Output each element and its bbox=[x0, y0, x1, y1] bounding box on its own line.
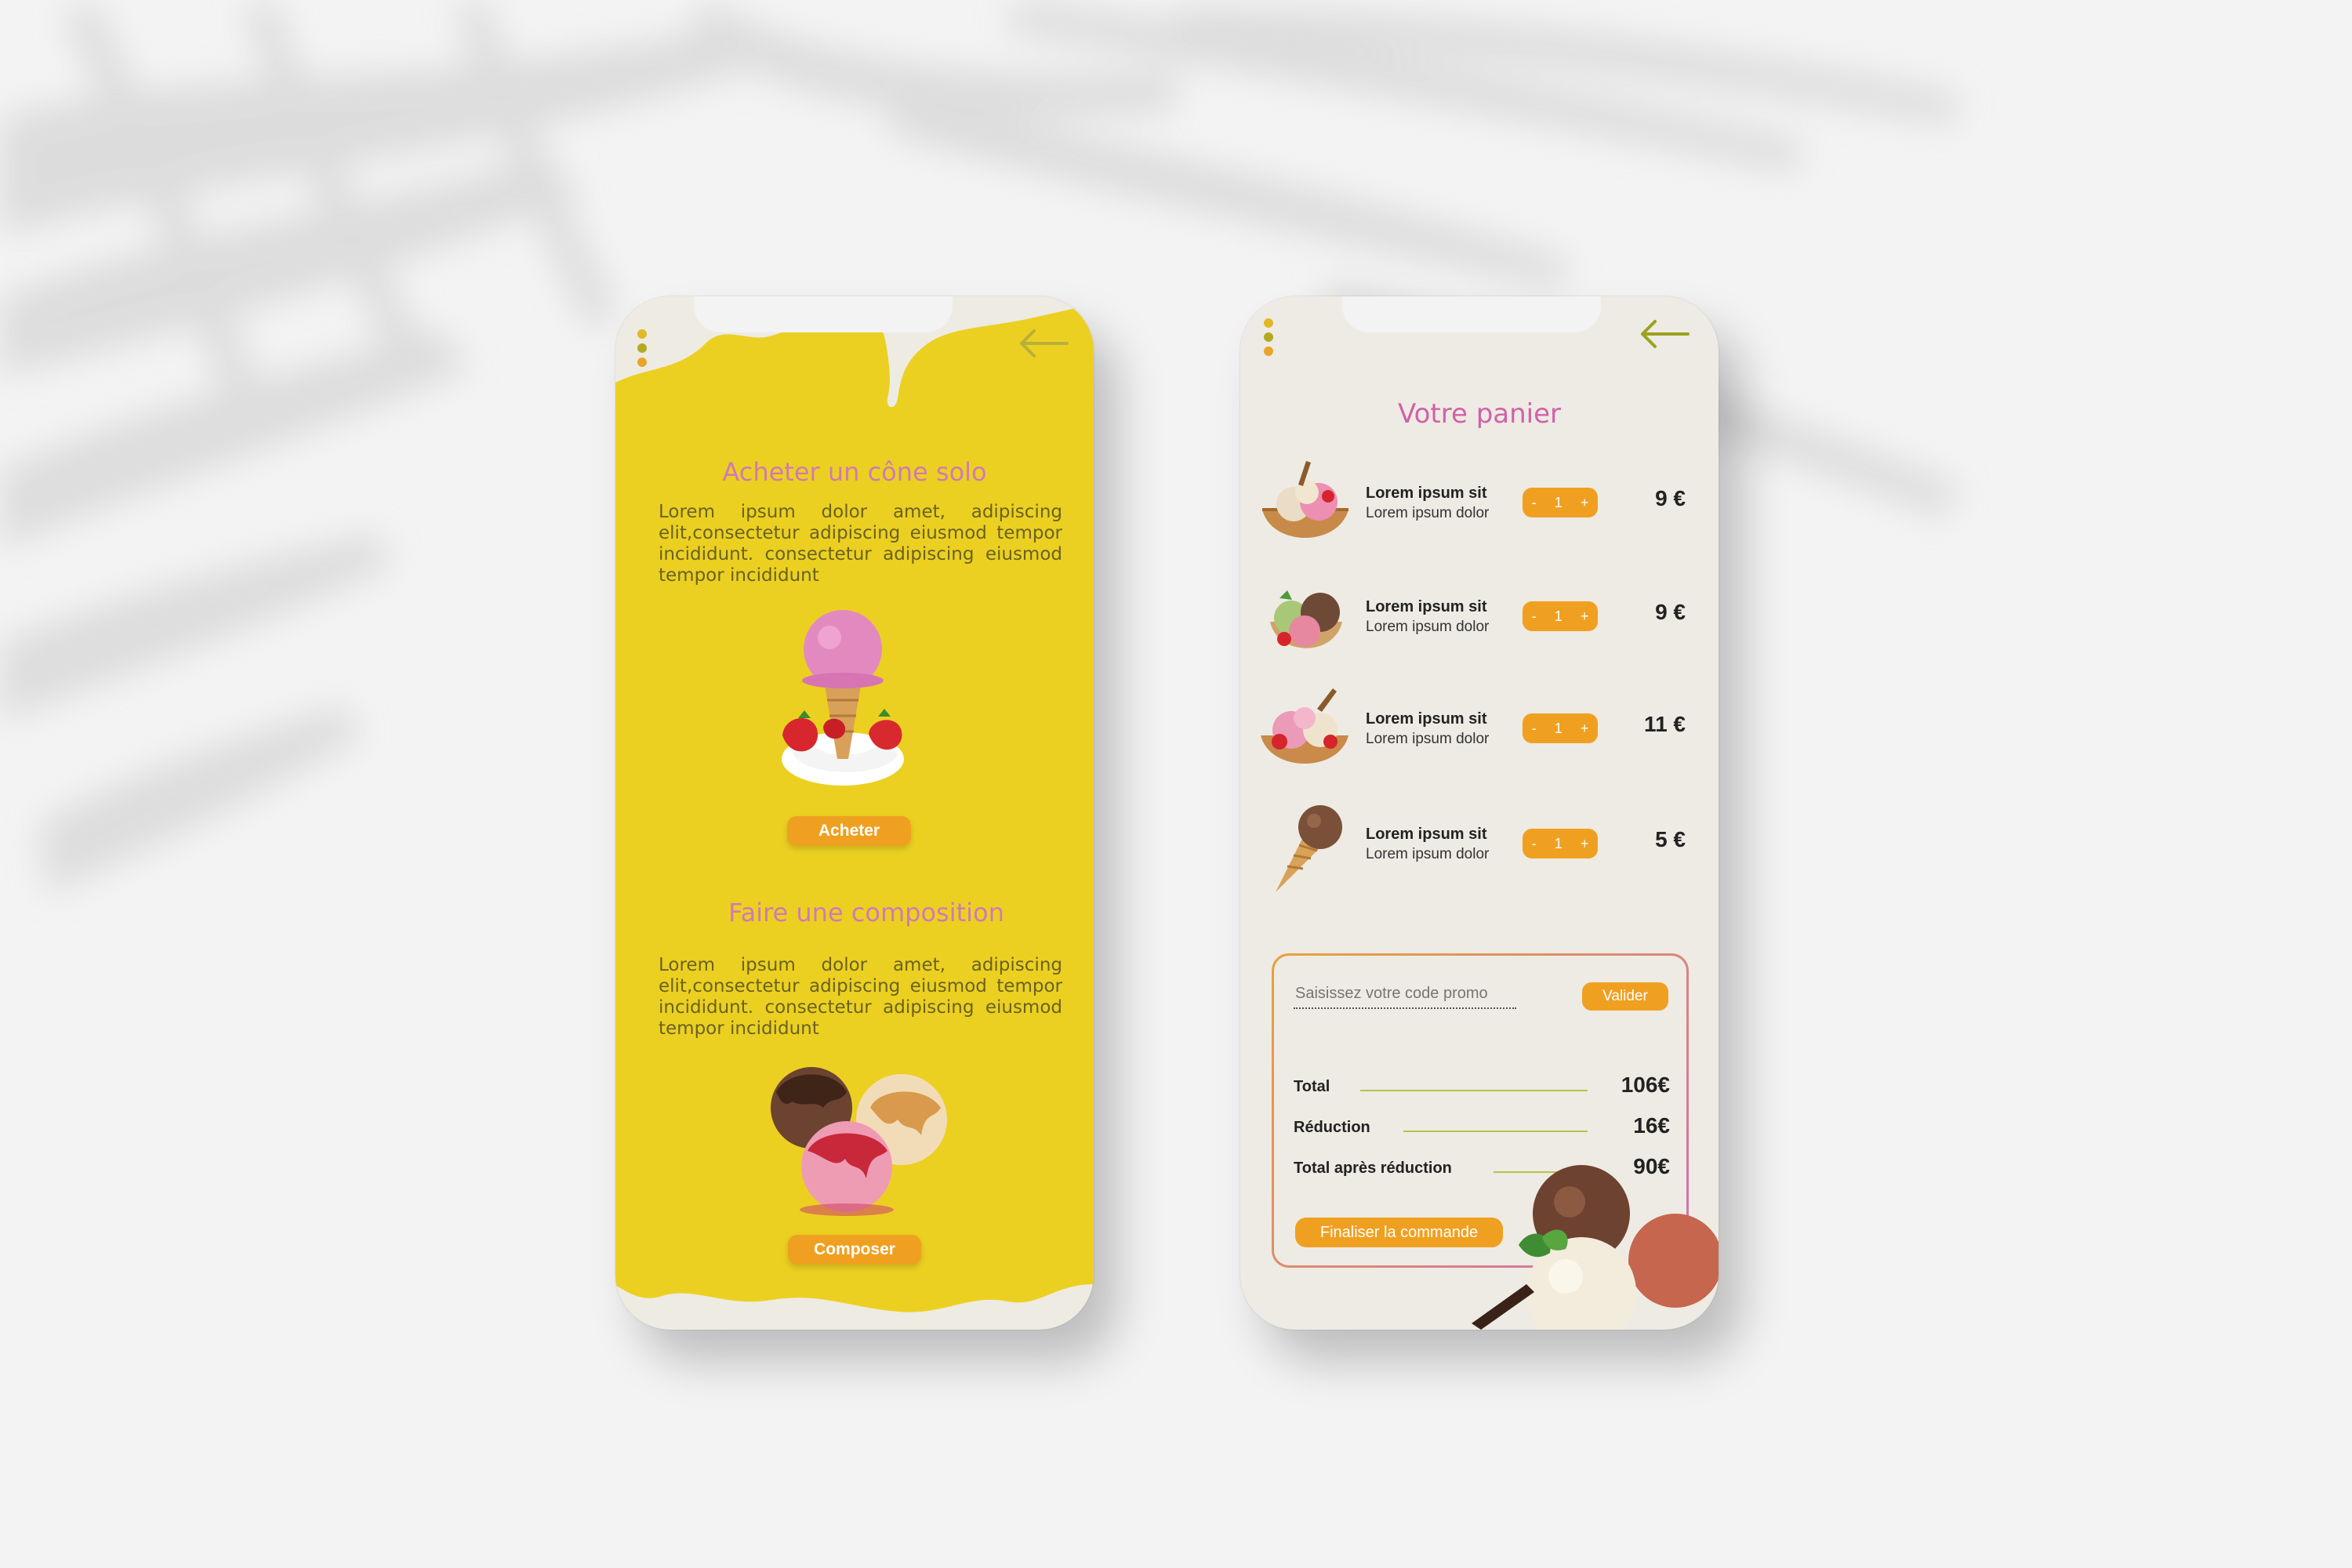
section-text-cone-solo: Lorem ipsum dolor amet, adipiscing elit,… bbox=[659, 502, 1062, 586]
increment-button[interactable]: + bbox=[1581, 495, 1589, 511]
buy-button[interactable]: Acheter bbox=[787, 816, 911, 846]
cart-item: Lorem ipsum sit Lorem ipsum dolor - 1 + … bbox=[1256, 687, 1703, 781]
quantity-value: 1 bbox=[1554, 608, 1563, 624]
quantity-value: 1 bbox=[1554, 835, 1563, 851]
decrement-button[interactable]: - bbox=[1532, 720, 1537, 737]
leaf-shadow-background bbox=[0, 0, 1960, 894]
cart-item-desc: Lorem ipsum dolor bbox=[1366, 619, 1490, 635]
cart-item-desc: Lorem ipsum dolor bbox=[1366, 731, 1490, 747]
cart-item: Lorem ipsum sit Lorem ipsum dolor - 1 + … bbox=[1256, 802, 1703, 896]
decorative-scoops-image bbox=[1472, 1165, 1719, 1330]
cart-item-name: Lorem ipsum sit bbox=[1366, 826, 1487, 843]
after-reduction-label: Total après réduction bbox=[1294, 1160, 1452, 1177]
reduction-value: 16€ bbox=[1633, 1113, 1670, 1138]
phone-notch bbox=[694, 296, 953, 332]
cart-title: Votre panier bbox=[1397, 398, 1562, 430]
reduction-label: Réduction bbox=[1294, 1119, 1370, 1136]
promo-code-input[interactable] bbox=[1294, 979, 1516, 1009]
phone-screen-menu: Acheter un cône solo Lorem ipsum dolor a… bbox=[615, 296, 1094, 1330]
phone-notch bbox=[1342, 296, 1601, 332]
cart-item-name: Lorem ipsum sit bbox=[1366, 710, 1487, 728]
phone-screen-cart: Votre panier Lorem ipsum sit Lorem ipsum… bbox=[1240, 296, 1719, 1330]
cart-item-price: 5 € bbox=[1655, 827, 1686, 851]
back-arrow-icon[interactable] bbox=[1636, 318, 1691, 350]
ice-cream-bowl-image bbox=[1270, 590, 1342, 648]
quantity-stepper[interactable]: - 1 + bbox=[1523, 488, 1598, 517]
cart-item-price: 9 € bbox=[1655, 486, 1686, 510]
compose-button[interactable]: Composer bbox=[788, 1235, 921, 1265]
menu-dots-icon[interactable] bbox=[1264, 318, 1273, 356]
total-value: 106€ bbox=[1621, 1073, 1670, 1097]
quantity-value: 1 bbox=[1554, 720, 1563, 736]
quantity-stepper[interactable]: - 1 + bbox=[1523, 713, 1598, 743]
cart-item: Lorem ipsum sit Lorem ipsum dolor - 1 + … bbox=[1256, 461, 1703, 555]
cart-item: Lorem ipsum sit Lorem ipsum dolor - 1 + … bbox=[1256, 575, 1703, 669]
total-row: Total 106€ bbox=[1294, 1069, 1670, 1101]
menu-dots-icon[interactable] bbox=[637, 329, 647, 367]
increment-button[interactable]: + bbox=[1581, 836, 1589, 852]
cart-item-price: 9 € bbox=[1655, 600, 1686, 624]
divider-line bbox=[1403, 1131, 1588, 1132]
quantity-value: 1 bbox=[1554, 494, 1563, 510]
increment-button[interactable]: + bbox=[1581, 720, 1589, 737]
total-label: Total bbox=[1294, 1078, 1330, 1095]
strawberry-cone-image bbox=[782, 610, 904, 786]
reduction-row: Réduction 16€ bbox=[1294, 1110, 1670, 1142]
section-title-cone-solo: Acheter un cône solo bbox=[722, 457, 987, 487]
decrement-button[interactable]: - bbox=[1532, 495, 1537, 511]
divider-line bbox=[1360, 1090, 1588, 1091]
cart-item-desc: Lorem ipsum dolor bbox=[1366, 505, 1490, 521]
section-title-composition: Faire une composition bbox=[728, 898, 1004, 927]
increment-button[interactable]: + bbox=[1581, 608, 1589, 625]
quantity-stepper[interactable]: - 1 + bbox=[1523, 829, 1598, 858]
ice-cream-bowl-image bbox=[1262, 461, 1348, 538]
cart-item-name: Lorem ipsum sit bbox=[1366, 485, 1487, 502]
ice-cream-bowl-image bbox=[1261, 688, 1348, 764]
ice-cream-scoops-image bbox=[771, 1067, 947, 1216]
back-arrow-icon[interactable] bbox=[1015, 328, 1070, 359]
cart-item-name: Lorem ipsum sit bbox=[1366, 598, 1487, 615]
cart-item-price: 11 € bbox=[1644, 712, 1686, 736]
decrement-button[interactable]: - bbox=[1532, 836, 1537, 852]
section-text-composition: Lorem ipsum dolor amet, adipiscing elit,… bbox=[659, 955, 1062, 1039]
decrement-button[interactable]: - bbox=[1532, 608, 1537, 625]
cart-item-desc: Lorem ipsum dolor bbox=[1366, 846, 1490, 862]
validate-promo-button[interactable]: Valider bbox=[1582, 982, 1668, 1011]
quantity-stepper[interactable]: - 1 + bbox=[1523, 601, 1598, 631]
chocolate-cone-image bbox=[1276, 805, 1342, 892]
